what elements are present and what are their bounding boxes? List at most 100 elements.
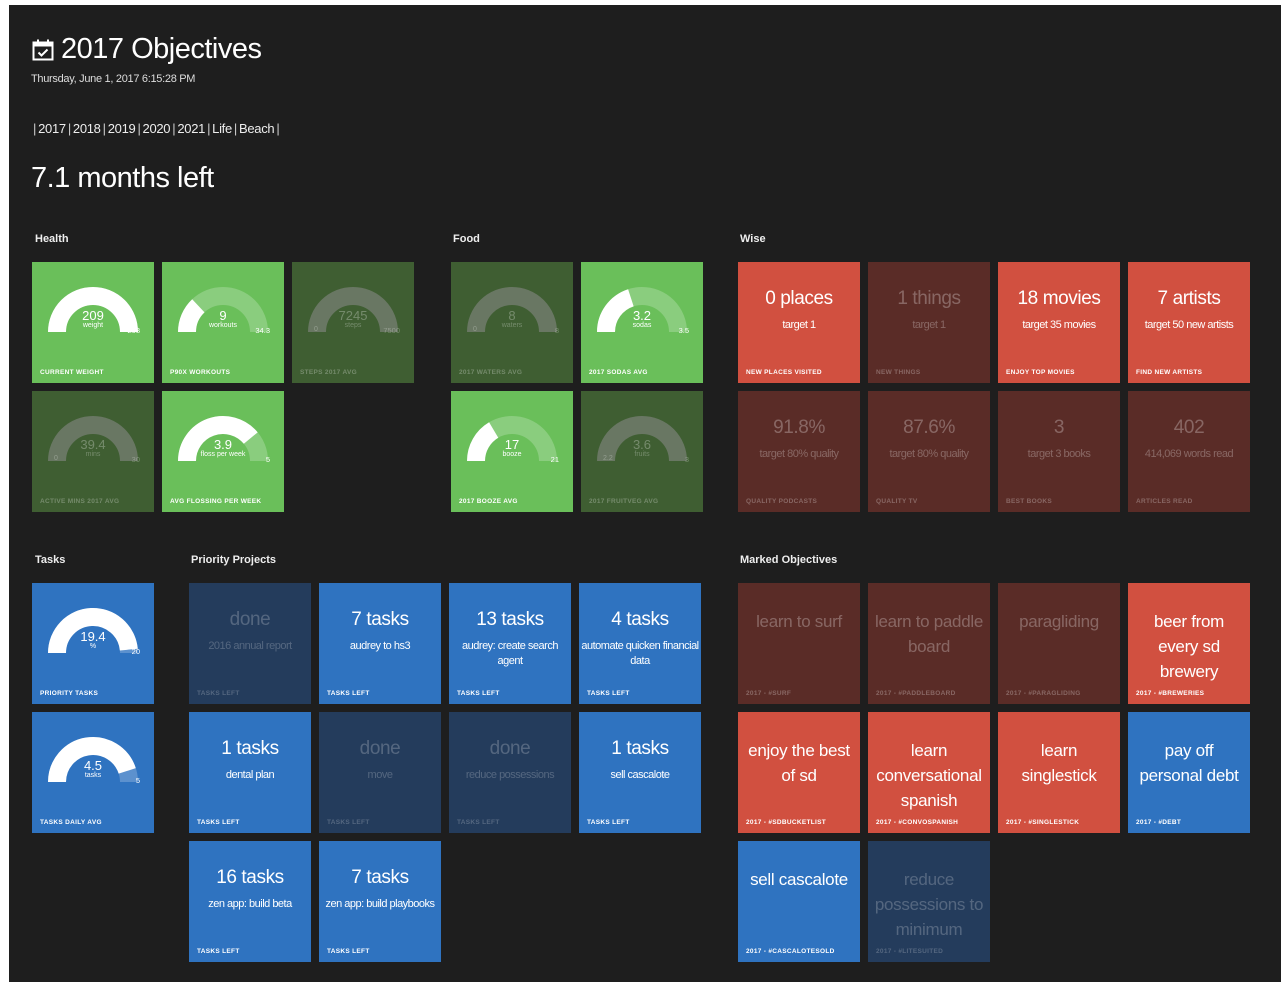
marked-objective-tile[interactable]: paragliding 2017 - #PARAGLIDING — [998, 583, 1120, 704]
gauge-value: 4.5 — [83, 758, 103, 773]
projects-tile[interactable]: 1 tasks dental plan TASKS LEFT — [189, 712, 311, 833]
gauge-tile-steps-avg[interactable]: 7245 steps 0 7500 STEPS 2017 AVG — [292, 262, 414, 383]
tile-subtitle: target 80% quality — [759, 448, 839, 460]
current-datetime: Thursday, June 1, 2017 6:15:28 PM — [31, 73, 196, 85]
tile-footer: TASKS LEFT — [327, 948, 370, 955]
gauge-tile-tasks-daily[interactable]: 4.5 tasks 0 5 TASKS DAILY AVG — [32, 712, 154, 833]
nav-link-2021[interactable]: 2021 — [177, 121, 205, 136]
gauge-min: 0 — [54, 647, 58, 654]
tile-footer: 2017 FRUITVEG AVG — [589, 498, 659, 505]
gauge-min: 0 — [314, 326, 318, 333]
tile-subtitle: target 35 movies — [1022, 319, 1096, 331]
nav-link-2019[interactable]: 2019 — [108, 121, 136, 136]
projects-tile[interactable]: 13 tasks audrey: create search agent TASKS… — [449, 583, 571, 704]
marked-objective-tile[interactable]: learn singlestick 2017 - #SINGLESTICK — [998, 712, 1120, 833]
gauge-value: 209 — [82, 308, 104, 323]
gauge-tile-active-mins[interactable]: 39.4 mins 0 30 ACTIVE MINS 2017 AVG — [32, 391, 154, 512]
objective-text: learn singlestick — [1021, 741, 1097, 785]
tile-footer: BEST BOOKS — [1006, 498, 1052, 505]
marked-objective-tile[interactable]: enjoy the best of sd 2017 - #SDBUCKETLIST — [738, 712, 860, 833]
tile-footer: ENJOY TOP MOVIES — [1006, 369, 1075, 376]
nav-link-2018[interactable]: 2018 — [73, 121, 101, 136]
tile-footer: 2017 - #CASCALOTESOLD — [746, 948, 835, 955]
tile-subtitle: zen app: build beta — [208, 898, 292, 910]
marked-objective-tile[interactable]: sell cascalote 2017 - #CASCALOTESOLD — [738, 841, 860, 962]
tile-footer: FIND NEW ARTISTS — [1136, 369, 1203, 376]
gauge-tile-flossing[interactable]: 3.9 floss per week 0 5 AVG FLOSSING PER WEEK — [162, 391, 284, 512]
tile-subtitle: target 3 books — [1027, 448, 1091, 460]
dashboard: 2017 Objectives Thursday, June 1, 2017 6… — [9, 5, 1281, 982]
tile-subtitle: move — [367, 769, 393, 781]
wise-tile[interactable]: 91.8% target 80% quality QUALITY PODCASTS — [738, 391, 860, 512]
tile-value: 1 things — [897, 288, 961, 309]
gauge-min: 15 — [473, 455, 481, 462]
wise-tile[interactable]: 0 places target 1 NEW PLACES VISITED — [738, 262, 860, 383]
gauge-tile-sodas-avg[interactable]: 3.2 sodas 3 3.5 2017 SODAS AVG — [581, 262, 703, 383]
tile-footer: 2017 - #DEBT — [1136, 819, 1182, 826]
tile-footer: NEW THINGS — [876, 369, 921, 376]
wise-tile[interactable]: 7 artists target 50 new artists FIND NEW A… — [1128, 262, 1250, 383]
tile-value: 1 tasks — [611, 738, 669, 759]
gauge-tile-waters-avg[interactable]: 8 waters 0 8 2017 WATERS AVG — [451, 262, 573, 383]
nav-separator: | — [233, 121, 237, 136]
gauge-value: 39.4 — [80, 437, 106, 452]
nav-separator: | — [67, 121, 71, 136]
marked-objective-tile[interactable]: learn conversational spanish 2017 - #CONV… — [868, 712, 990, 833]
gauge-tile-fruits-avg[interactable]: 3.6 fruits 2.2 3 2017 FRUITVEG AVG — [581, 391, 703, 512]
wise-tile[interactable]: 402 414,069 words read ARTICLES READ — [1128, 391, 1250, 512]
tile-value: 1 tasks — [221, 738, 279, 759]
nav-link-2017[interactable]: 2017 — [38, 121, 66, 136]
gauge-max: 3 — [684, 455, 689, 464]
projects-tile[interactable]: done move TASKS LEFT — [319, 712, 441, 833]
projects-tile[interactable]: 16 tasks zen app: build beta TASKS LEFT — [189, 841, 311, 962]
tile-subtitle: target 1 — [912, 319, 946, 331]
tile-subtitle: sell cascalote — [610, 769, 670, 781]
tile-footer: PRIORITY TASKS — [40, 690, 99, 697]
marked-objective-tile[interactable]: beer from every sd brewery 2017 - #BREWER… — [1128, 583, 1250, 704]
tile-footer: NEW PLACES VISITED — [746, 369, 822, 376]
objective-text: learn to surf — [756, 612, 842, 631]
page-title-text: 2017 Objectives — [61, 33, 262, 65]
nav-link-beach[interactable]: Beach — [239, 121, 275, 136]
nav-link-2020[interactable]: 2020 — [143, 121, 171, 136]
gauge-tile-current-weight[interactable]: 209 weight 165 208 CURRENT WEIGHT — [32, 262, 154, 383]
marked-objective-tile[interactable]: learn to surf 2017 - #SURF — [738, 583, 860, 704]
tile-value: done — [489, 738, 531, 759]
wise-tile[interactable]: 1 things target 1 NEW THINGS — [868, 262, 990, 383]
tile-footer: TASKS DAILY AVG — [40, 819, 102, 826]
wise-tile[interactable]: 18 movies target 35 movies ENJOY TOP MOVIE… — [998, 262, 1120, 383]
projects-tile[interactable]: 1 tasks sell cascalote TASKS LEFT — [579, 712, 701, 833]
nav-separator: | — [172, 121, 176, 136]
wise-tile[interactable]: 87.6% target 80% quality QUALITY TV — [868, 391, 990, 512]
nav-link-life[interactable]: Life — [212, 121, 232, 136]
tile-value: 7 tasks — [351, 609, 409, 630]
tile-value: done — [359, 738, 401, 759]
tile-footer: TASKS LEFT — [197, 948, 240, 955]
tile-footer: 2017 - #PADDLEBOARD — [876, 690, 956, 697]
marked-objective-tile[interactable]: learn to paddle board 2017 - #PADDLEBOARD — [868, 583, 990, 704]
gauge-tile-p90x-workouts[interactable]: 9 workouts 0 34.3 P90X WORKOUTS — [162, 262, 284, 383]
projects-tile[interactable]: done reduce possessions TASKS LEFT — [449, 712, 571, 833]
marked-objective-tile[interactable]: reduce possessions to minimum 2017 - #LIT… — [868, 841, 990, 962]
gauge-tile-priority-tasks[interactable]: 19.4% 0 20 PRIORITY TASKS — [32, 583, 154, 704]
projects-tile[interactable]: done 2016 annual report TASKS LEFT — [189, 583, 311, 704]
tile-footer: 2017 WATERS AVG — [459, 369, 523, 376]
tile-subtitle: 414,069 words read — [1144, 448, 1234, 460]
tile-value: 402 — [1173, 417, 1205, 438]
calendar-check-icon — [32, 39, 54, 60]
tile-footer: STEPS 2017 AVG — [300, 369, 357, 376]
objective-text: pay off personal debt — [1139, 741, 1239, 785]
gauge-tile-booze-avg[interactable]: 17 booze 15 21 2017 BOOZE AVG — [451, 391, 573, 512]
wise-tile[interactable]: 3 target 3 books BEST BOOKS — [998, 391, 1120, 512]
tile-footer: TASKS LEFT — [197, 690, 240, 697]
projects-tile[interactable]: 7 tasks zen app: build playbooks TASKS LEF… — [319, 841, 441, 962]
tile-subtitle: dental plan — [225, 769, 275, 781]
marked-objective-tile[interactable]: pay off personal debt 2017 - #DEBT — [1128, 712, 1250, 833]
gauge-min: 0 — [54, 455, 58, 462]
gauge-max: 5 — [135, 776, 140, 785]
objective-text: reduce possessions to minimum — [874, 870, 984, 939]
projects-tile[interactable]: 7 tasks audrey to hs3 TASKS LEFT — [319, 583, 441, 704]
tile-footer: 2017 - #SINGLESTICK — [1006, 819, 1080, 826]
tile-value: done — [229, 609, 271, 630]
projects-tile[interactable]: 4 tasks automate quicken financial data TA… — [579, 583, 701, 704]
